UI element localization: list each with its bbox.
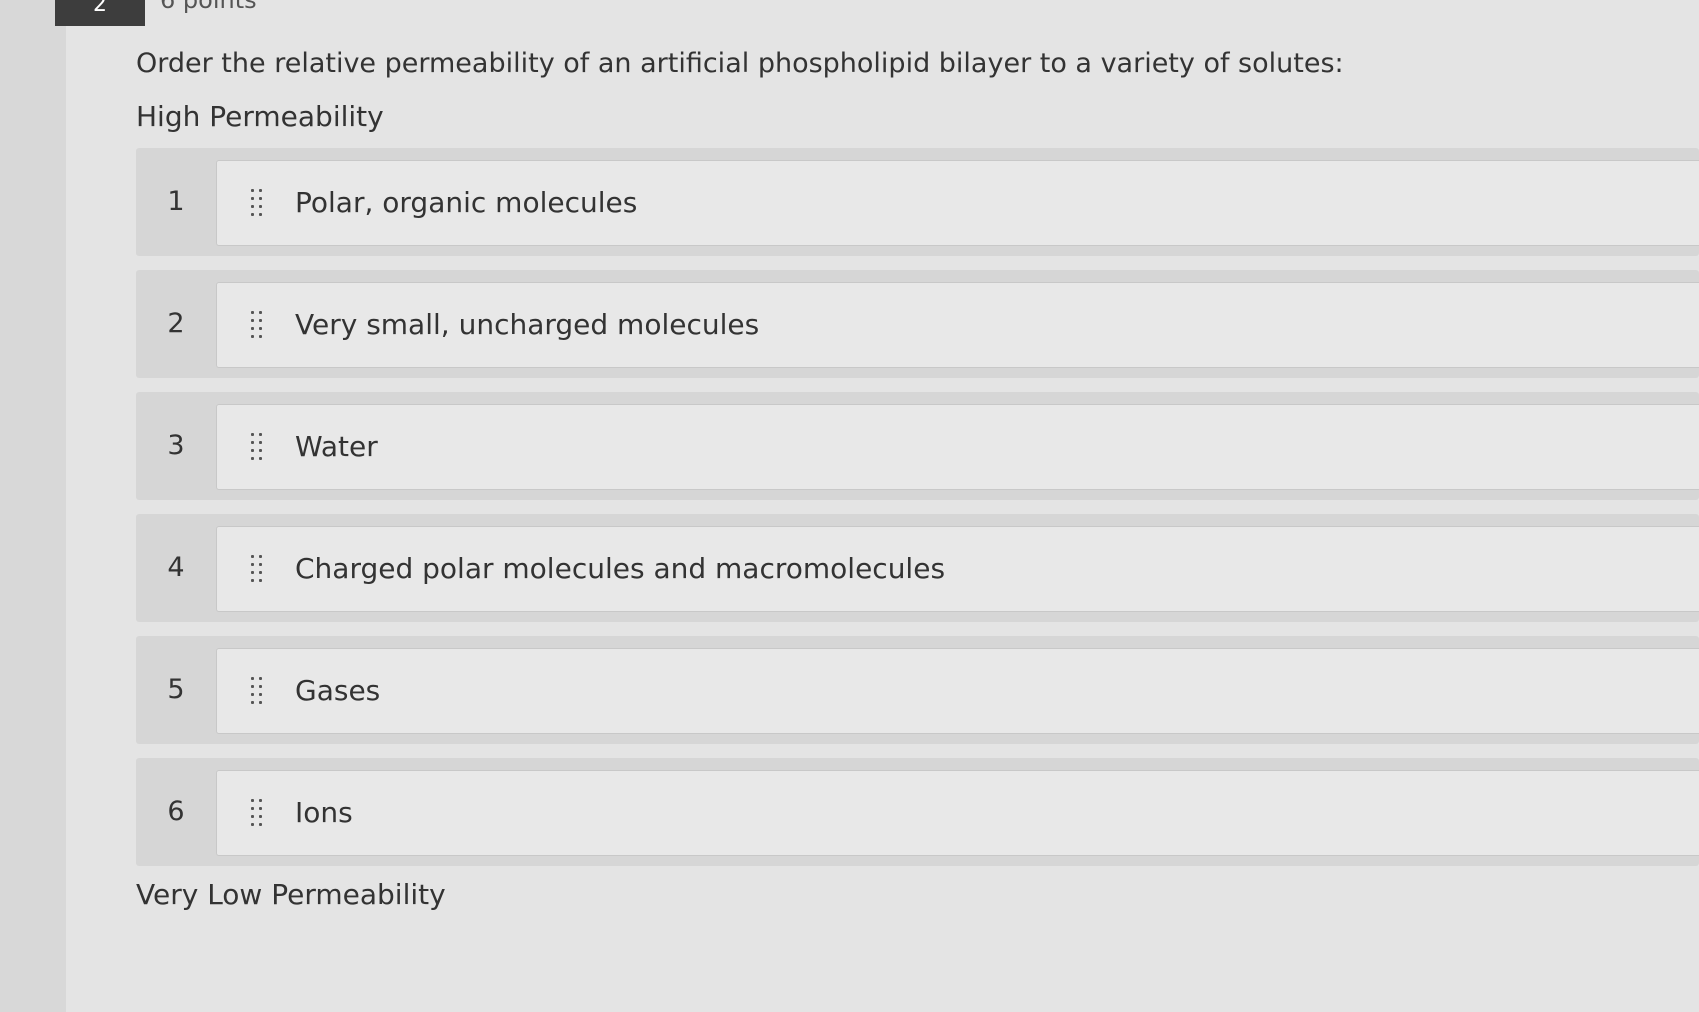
draggable-answer-item[interactable]: Charged polar molecules and macromolecul… xyxy=(216,526,1699,612)
draggable-answer-item[interactable]: Very small, uncharged molecules xyxy=(216,282,1699,368)
row-number: 5 xyxy=(167,674,185,705)
row-number: 6 xyxy=(167,796,185,827)
answer-label: Gases xyxy=(295,674,381,707)
answer-label: Charged polar molecules and macromolecul… xyxy=(295,552,946,585)
ordering-row: 2 Very small, uncharged molecules xyxy=(136,270,1699,378)
row-number: 1 xyxy=(167,186,185,217)
drag-handle-icon[interactable] xyxy=(251,311,267,341)
answer-label: Polar, organic molecules xyxy=(295,186,638,219)
top-order-label: High Permeability xyxy=(136,100,384,133)
draggable-answer-item[interactable]: Polar, organic molecules xyxy=(216,160,1699,246)
answer-label: Ions xyxy=(295,796,353,829)
row-number: 2 xyxy=(167,308,185,339)
drag-handle-icon[interactable] xyxy=(251,799,267,829)
left-gutter xyxy=(0,0,67,1012)
draggable-answer-item[interactable]: Water xyxy=(216,404,1699,490)
ordering-row: 1 Polar, organic molecules xyxy=(136,148,1699,256)
ordering-row: 3 Water xyxy=(136,392,1699,500)
question-prompt: Order the relative permeability of an ar… xyxy=(136,48,1344,79)
draggable-answer-item[interactable]: Gases xyxy=(216,648,1699,734)
row-number: 4 xyxy=(167,552,185,583)
answer-label: Water xyxy=(295,430,378,463)
draggable-answer-item[interactable]: Ions xyxy=(216,770,1699,856)
row-number: 3 xyxy=(167,430,185,461)
question-number-badge: 2 xyxy=(55,0,145,26)
bottom-order-label: Very Low Permeability xyxy=(136,878,446,911)
ordering-row: 5 Gases xyxy=(136,636,1699,744)
ordering-list: 1 Polar, organic molecules 2 Very small,… xyxy=(136,148,1699,880)
drag-handle-icon[interactable] xyxy=(251,677,267,707)
answer-label: Very small, uncharged molecules xyxy=(295,308,760,341)
question-points: 6 points xyxy=(160,0,257,14)
ordering-row: 6 Ions xyxy=(136,758,1699,866)
drag-handle-icon[interactable] xyxy=(251,433,267,463)
ordering-row: 4 Charged polar molecules and macromolec… xyxy=(136,514,1699,622)
drag-handle-icon[interactable] xyxy=(251,555,267,585)
drag-handle-icon[interactable] xyxy=(251,189,267,219)
